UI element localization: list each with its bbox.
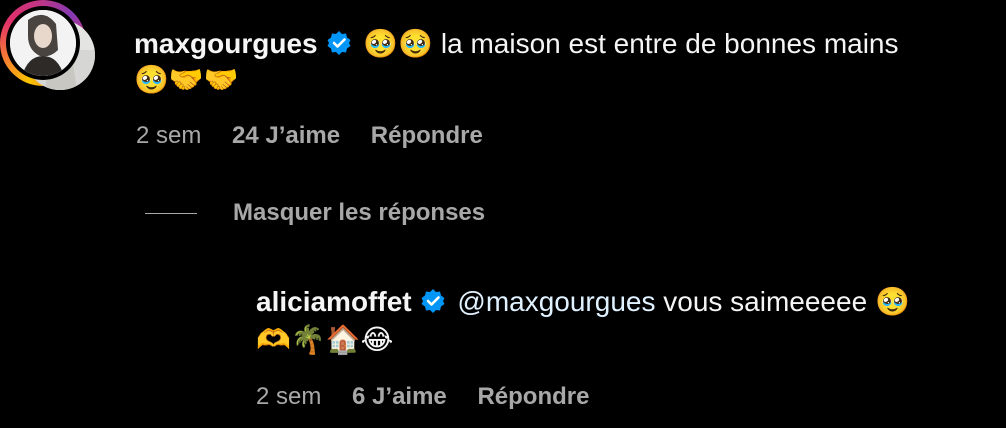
reply-emoji-inline: 🥹 [874, 285, 910, 318]
reply-text-line1: aliciamoffet @maxgourgues vous saimeeeee… [256, 284, 910, 320]
verified-badge-icon [421, 289, 445, 313]
comment-username[interactable]: maxgourgues [134, 28, 318, 59]
reply-reply-button[interactable]: Répondre [477, 383, 589, 410]
avatar-aliciamoffet [6, 6, 80, 80]
avatar-photo [10, 10, 76, 76]
hide-replies-label: Masquer les réponses [233, 199, 486, 226]
comment-time: 2 sem [136, 122, 202, 149]
comment-text-line2: 🥹🤝🤝 [134, 62, 239, 98]
comment-likes[interactable]: 24 J’aime [232, 122, 340, 149]
divider-line [145, 213, 197, 215]
reply-mention-link[interactable]: @maxgourgues [457, 286, 655, 317]
comment-reply-button[interactable]: Répondre [371, 122, 483, 149]
reply-time: 2 sem [256, 383, 322, 410]
reply-text: vous saimeeeee [663, 286, 868, 317]
reply-likes[interactable]: 6 J’aime [352, 383, 447, 410]
reply-username[interactable]: aliciamoffet [256, 286, 412, 317]
hide-replies-button[interactable]: Masquer les réponses [145, 198, 485, 228]
comment-emoji-2: 🥹🤝🤝 [134, 63, 239, 96]
comment-meta: 2 sem 24 J’aime Répondre [136, 121, 507, 151]
reply-text-line2: 🫶🌴🏠😂 [256, 322, 393, 358]
reply-meta: 2 sem 6 J’aime Répondre [256, 382, 613, 412]
reply-emoji-2: 🫶🌴🏠😂 [256, 323, 394, 356]
comment-emoji-1: 🥹🥹 [363, 27, 434, 60]
comment-text-line1: maxgourgues 🥹🥹 la maison est entre de bo… [134, 26, 899, 62]
comment-text: la maison est entre de bonnes mains [440, 28, 899, 59]
verified-badge-icon [327, 31, 351, 55]
